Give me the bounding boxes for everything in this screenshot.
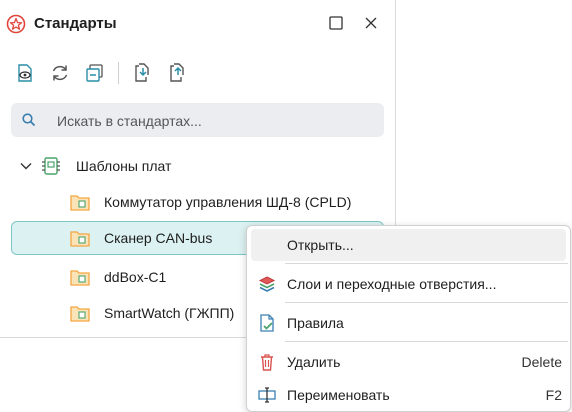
board-folder-icon [70, 306, 90, 322]
board-folder-icon [70, 231, 90, 247]
chevron-down-icon[interactable] [19, 159, 33, 173]
menu-item-open[interactable]: Открыть... [251, 229, 566, 261]
menu-item-label: Слои и переходные отверстия... [287, 276, 497, 292]
menu-item-shortcut: F2 [545, 387, 562, 403]
import-button[interactable] [129, 60, 155, 86]
tree-group-label: Шаблоны плат [76, 158, 172, 174]
menu-separator [285, 341, 568, 342]
tree-item-label: Сканер CAN-bus [104, 230, 213, 246]
import-icon [135, 63, 149, 82]
context-menu: Открыть... Слои и переходные отверстия..… [246, 225, 571, 412]
close-button[interactable] [362, 14, 380, 32]
layers-icon [258, 276, 276, 292]
menu-item-label: Правила [287, 315, 344, 331]
menu-item-shortcut: Delete [521, 354, 562, 370]
menu-separator [285, 302, 568, 303]
close-icon [365, 17, 377, 29]
document-eye-icon [18, 64, 32, 82]
rename-icon [258, 387, 276, 403]
refresh-button[interactable] [47, 60, 73, 86]
collapse-icon [86, 64, 103, 82]
search-icon [22, 113, 36, 127]
square-icon [329, 16, 343, 30]
refresh-icon [52, 65, 68, 81]
board-templates-icon [42, 157, 60, 175]
menu-item-layers[interactable]: Слои и переходные отверстия... [251, 268, 566, 300]
tree-group-board-templates[interactable]: Шаблоны плат [11, 149, 384, 183]
view-standard-button[interactable] [12, 60, 38, 86]
board-folder-icon [70, 195, 90, 211]
collapse-all-button[interactable] [82, 60, 108, 86]
tree-item[interactable]: Коммутатор управления ШД-8 (CPLD) [11, 185, 384, 219]
export-button[interactable] [164, 60, 190, 86]
menu-item-delete[interactable]: Удалить Delete [251, 346, 566, 378]
panel-titlebar: Стандарты [0, 0, 395, 46]
menu-separator [285, 263, 568, 264]
search-box [11, 103, 384, 137]
toolbar-separator [118, 62, 119, 84]
export-icon [170, 63, 184, 82]
rules-icon [260, 314, 274, 332]
panel-toolbar [0, 56, 395, 90]
menu-item-label: Открыть... [287, 237, 354, 253]
tree-item-label: SmartWatch (ГЖПП) [104, 305, 235, 321]
star-icon [6, 14, 26, 34]
maximize-button[interactable] [327, 14, 345, 32]
menu-item-label: Переименовать [287, 387, 390, 403]
menu-item-rules[interactable]: Правила [251, 307, 566, 339]
tree-item-label: ddBox-C1 [104, 269, 167, 285]
menu-item-rename[interactable]: Переименовать F2 [251, 379, 566, 411]
trash-icon [261, 354, 273, 371]
search-input[interactable] [55, 109, 379, 133]
menu-item-label: Удалить [287, 354, 341, 370]
tree-item-label: Коммутатор управления ШД-8 (CPLD) [104, 194, 352, 210]
panel-title: Стандарты [34, 15, 117, 32]
board-folder-icon [70, 270, 90, 286]
